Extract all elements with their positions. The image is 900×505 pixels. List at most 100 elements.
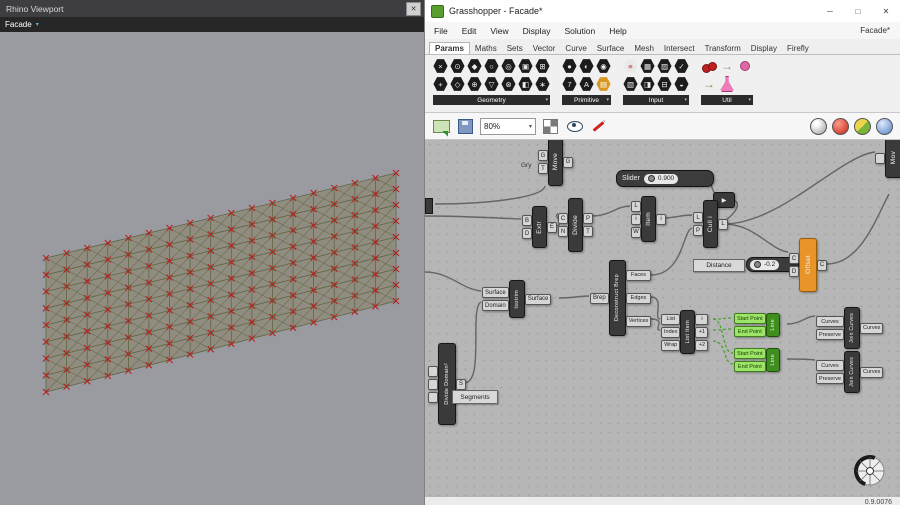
component-hex-icon[interactable]: ◉ bbox=[596, 59, 611, 73]
component-hex-icon[interactable]: 7 bbox=[562, 77, 577, 91]
component-hex-icon[interactable]: ◆ bbox=[467, 59, 482, 73]
menu-file[interactable]: File bbox=[427, 26, 455, 36]
input-grip[interactable]: D bbox=[789, 266, 799, 277]
rhino-3d-view[interactable] bbox=[0, 32, 424, 505]
tab-maths[interactable]: Maths bbox=[470, 43, 502, 54]
component-hex-icon[interactable]: ○ bbox=[484, 59, 499, 73]
input-grip[interactable]: End Point bbox=[734, 326, 766, 337]
component-hex-icon[interactable]: ◇ bbox=[450, 77, 465, 91]
output-grip[interactable]: Vertices bbox=[625, 315, 652, 327]
output-grip[interactable]: T bbox=[583, 226, 593, 237]
menu-solution[interactable]: Solution bbox=[558, 26, 603, 36]
node-move[interactable]: G T Move G bbox=[538, 140, 573, 186]
ribbon-group-label[interactable]: Geometry ▾ bbox=[433, 95, 550, 105]
output-grip[interactable]: +2 bbox=[695, 339, 709, 351]
close-icon[interactable]: ✕ bbox=[872, 0, 900, 22]
ribbon-group-label[interactable]: Primitive ▾ bbox=[562, 95, 611, 105]
canvas-compass[interactable] bbox=[850, 451, 890, 491]
input-grip[interactable]: i bbox=[631, 213, 641, 225]
node-move-2[interactable]: Mov bbox=[875, 140, 900, 178]
red-display-icon[interactable] bbox=[832, 117, 849, 135]
component-hex-icon[interactable]: ⊗ bbox=[501, 77, 516, 91]
ribbon-group-label[interactable]: Util ▾ bbox=[701, 95, 753, 105]
node-cull-index[interactable]: L P Cull i L bbox=[693, 200, 728, 248]
tab-display[interactable]: Display bbox=[746, 43, 782, 54]
arrow-green-icon[interactable]: → bbox=[701, 76, 717, 92]
panel-segments[interactable]: Segments bbox=[452, 390, 498, 404]
component-hex-icon[interactable]: ✓ bbox=[674, 59, 689, 73]
viewport-name[interactable]: Facade bbox=[5, 20, 32, 29]
minimize-icon[interactable]: ─ bbox=[816, 0, 844, 22]
close-icon[interactable]: ✕ bbox=[406, 1, 421, 16]
component-hex-icon[interactable]: ⊙ bbox=[450, 59, 465, 73]
input-grip[interactable]: Domain bbox=[482, 300, 509, 311]
chevron-down-icon[interactable]: ▾ bbox=[36, 21, 39, 28]
shaded-display-icon[interactable] bbox=[810, 117, 827, 135]
component-hex-icon[interactable]: + bbox=[433, 77, 448, 91]
component-hex-icon[interactable]: × bbox=[433, 59, 448, 73]
output-grip[interactable]: G bbox=[563, 156, 573, 168]
output-grip[interactable]: Curves bbox=[860, 322, 884, 334]
rhino-titlebar[interactable]: Rhino Viewport ✕ bbox=[0, 0, 424, 17]
tab-curve[interactable]: Curve bbox=[560, 43, 591, 54]
input-grip[interactable] bbox=[875, 152, 885, 164]
input-grip[interactable]: P bbox=[693, 225, 703, 236]
arrow-icon[interactable]: → bbox=[719, 58, 735, 74]
menu-edit[interactable]: Edit bbox=[455, 26, 484, 36]
output-grip[interactable]: i bbox=[695, 313, 709, 325]
component-hex-icon[interactable]: ⊟ bbox=[657, 77, 672, 91]
component-hex-icon[interactable]: ▧ bbox=[623, 77, 638, 91]
clipped-node[interactable] bbox=[425, 198, 433, 214]
output-grip[interactable]: i bbox=[656, 213, 666, 225]
component-hex-icon[interactable]: ▣ bbox=[518, 59, 533, 73]
preview-eye-icon[interactable] bbox=[565, 117, 584, 136]
tab-params[interactable]: Params bbox=[429, 42, 470, 54]
input-grip[interactable]: Index bbox=[661, 326, 681, 338]
save-file-icon[interactable] bbox=[456, 117, 475, 136]
output-grip[interactable]: L bbox=[718, 218, 728, 230]
component-hex-icon[interactable]: ≡ bbox=[623, 59, 638, 73]
component-hex-icon[interactable]: ▨ bbox=[657, 59, 672, 73]
component-hex-icon[interactable]: ⊕ bbox=[467, 77, 482, 91]
node-item[interactable]: L i W Item i bbox=[631, 196, 666, 242]
component-hex-icon[interactable]: ● bbox=[562, 59, 577, 73]
tab-vector[interactable]: Vector bbox=[528, 43, 561, 54]
component-hex-icon[interactable]: ◐ bbox=[579, 59, 594, 73]
sketch-pen-icon[interactable] bbox=[589, 117, 608, 136]
input-grip[interactable] bbox=[428, 391, 438, 403]
component-hex-icon[interactable]: ∗ bbox=[535, 77, 550, 91]
input-grip[interactable]: Curves bbox=[816, 360, 845, 371]
node-line-1[interactable]: Start Point End Point Line bbox=[734, 313, 780, 337]
input-grip[interactable]: N bbox=[558, 226, 568, 237]
tab-intersect[interactable]: Intersect bbox=[659, 43, 700, 54]
component-hex-icon[interactable]: ◧ bbox=[518, 77, 533, 91]
gh-titlebar[interactable]: Grasshopper - Facade* ─ □ ✕ bbox=[425, 0, 900, 22]
component-hex-icon[interactable]: ◨ bbox=[640, 77, 655, 91]
input-grip[interactable]: Wrap bbox=[661, 339, 681, 351]
input-grip[interactable]: B bbox=[522, 215, 532, 226]
slider-knob[interactable] bbox=[754, 261, 761, 268]
input-grip[interactable] bbox=[428, 378, 438, 390]
ribbon-group-label[interactable]: Input ▾ bbox=[623, 95, 689, 105]
output-grip[interactable]: +1 bbox=[695, 326, 709, 338]
node-offset[interactable]: C D Offset C bbox=[789, 238, 827, 292]
tab-firefly[interactable]: Firefly bbox=[782, 43, 814, 54]
input-grip[interactable]: Brep bbox=[590, 292, 609, 304]
slider-knob[interactable] bbox=[647, 175, 655, 182]
zoom-select[interactable]: 80% ▾ bbox=[480, 117, 536, 135]
cherries-icon[interactable] bbox=[701, 58, 717, 74]
input-grip[interactable]: Preserve bbox=[816, 373, 845, 384]
node-divide[interactable]: C N Divide P T bbox=[558, 198, 593, 252]
flask-icon[interactable] bbox=[719, 76, 735, 92]
output-grip[interactable]: P bbox=[583, 213, 593, 224]
node-deconstruct-brep[interactable]: Brep Deconstruct Brep Faces Edges Vertic… bbox=[590, 260, 652, 336]
input-grip[interactable]: T bbox=[538, 163, 548, 174]
component-hex-icon[interactable]: ◎ bbox=[501, 59, 516, 73]
output-grip[interactable]: S bbox=[456, 378, 466, 390]
node-list-item[interactable]: List Index Wrap List Item i +1 +2 bbox=[661, 310, 709, 354]
node-join-curves-1[interactable]: Curves Preserve Join Curves Curves bbox=[816, 307, 884, 349]
input-grip[interactable]: List bbox=[661, 313, 681, 325]
menu-display[interactable]: Display bbox=[516, 26, 558, 36]
blue-display-icon[interactable] bbox=[876, 117, 893, 135]
input-grip[interactable]: Preserve bbox=[816, 329, 845, 340]
